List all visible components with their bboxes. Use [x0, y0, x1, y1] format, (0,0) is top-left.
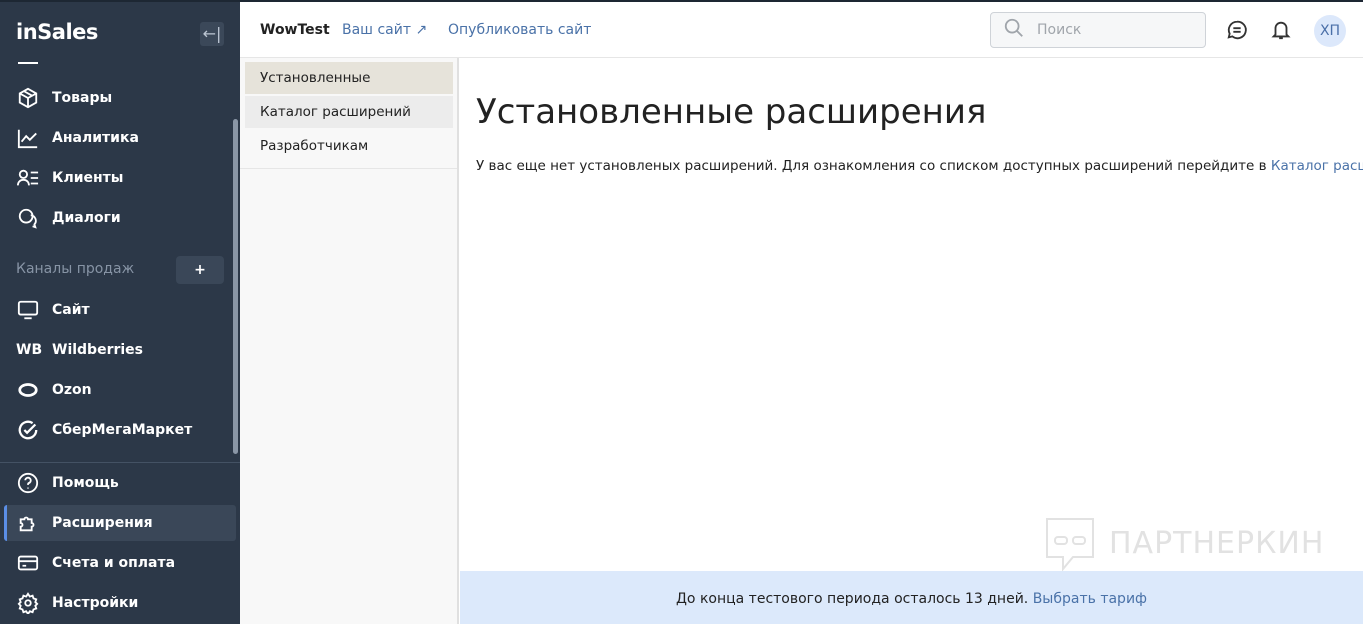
sidebar: inSales ←| Товары Аналитика Клиенты Диал… [0, 0, 240, 624]
sidebar-item-label: Ozon [52, 382, 92, 398]
store-name: WowTest [260, 22, 330, 38]
box-icon [16, 86, 40, 110]
user-avatar[interactable]: ХП [1314, 15, 1346, 47]
wb-icon: WB [16, 342, 43, 358]
sales-channels-heading: Каналы продаж [16, 261, 135, 277]
sidebar-item-label: Сайт [52, 302, 90, 318]
sidebar-item-label: Помощь [52, 475, 119, 491]
watermark-text: ПАРТНЕРКИН [1109, 525, 1325, 561]
catalog-link[interactable]: Каталог расширений [1271, 158, 1363, 174]
sidebar-item-extensions[interactable]: Расширения [4, 505, 236, 541]
users-list-icon [16, 166, 40, 190]
sidebar-item-products[interactable]: Товары [4, 80, 236, 116]
empty-text: У вас еще нет установленых расширений. Д… [476, 158, 1271, 174]
ozon-icon [16, 378, 40, 402]
external-link-icon: ↗ [415, 22, 428, 38]
sidebar-item-label: Счета и оплата [52, 555, 176, 571]
subnav-installed[interactable]: Установленные [245, 62, 453, 94]
sidebar-item-dialogs[interactable]: Диалоги [4, 200, 236, 236]
gear-icon [16, 591, 40, 615]
sidebar-item-label: Wildberries [52, 342, 144, 358]
empty-state-text: У вас еще нет установленых расширений. Д… [476, 158, 1363, 174]
sidebar-item-label: Настройки [52, 595, 139, 611]
sber-check-icon [16, 418, 40, 442]
sidebar-item-help[interactable]: Помощь [4, 465, 236, 501]
menu-item-partial [18, 62, 38, 64]
trial-text: До конца тестового периода осталось 13 д… [675, 591, 1033, 607]
sidebar-item-label: СберМегаМаркет [52, 422, 193, 438]
sidebar-item-site[interactable]: Сайт [4, 292, 236, 328]
chat-bubbles-icon [16, 206, 40, 230]
collapse-sidebar-button[interactable]: ←| [200, 22, 224, 46]
help-icon [16, 471, 40, 495]
subnav-developers[interactable]: Разработчикам [245, 130, 453, 162]
sidebar-divider [0, 462, 240, 463]
puzzle-icon [16, 511, 40, 535]
add-channel-button[interactable]: + [176, 256, 224, 284]
your-site-label: Ваш сайт [342, 22, 411, 38]
watermark: ПАРТНЕРКИН [1043, 515, 1324, 571]
sidebar-item-analytics[interactable]: Аналитика [4, 120, 236, 156]
sidebar-item-label: Товары [52, 90, 113, 106]
sidebar-item-sbermegamarket[interactable]: СберМегаМаркет [4, 412, 236, 448]
sidebar-item-label: Аналитика [52, 130, 139, 146]
extensions-subnav: Установленные Каталог расширений Разрабо… [240, 58, 459, 624]
sidebar-item-ozon[interactable]: Ozon [4, 372, 236, 408]
sidebar-item-label: Расширения [52, 515, 153, 531]
search-icon [1003, 17, 1025, 43]
sidebar-item-label: Клиенты [52, 170, 124, 186]
publish-site-link[interactable]: Опубликовать сайт [448, 22, 591, 38]
sidebar-item-label: Диалоги [52, 210, 121, 226]
sidebar-item-clients[interactable]: Клиенты [4, 160, 236, 196]
sidebar-item-wildberries[interactable]: WB Wildberries [4, 332, 236, 368]
logo: inSales [16, 20, 98, 44]
bell-icon[interactable] [1270, 19, 1292, 45]
monitor-icon [16, 298, 40, 322]
messages-icon[interactable] [1226, 19, 1248, 45]
top-bar: WowTest Ваш сайт ↗ Опубликовать сайт Пои… [240, 0, 1363, 58]
chart-icon [16, 126, 40, 150]
subnav-catalog[interactable]: Каталог расширений [245, 96, 453, 128]
trial-banner: До конца тестового периода осталось 13 д… [460, 571, 1363, 624]
subnav-divider [240, 168, 457, 169]
sidebar-item-settings[interactable]: Настройки [4, 585, 236, 621]
sidebar-item-billing[interactable]: Счета и оплата [4, 545, 236, 581]
search-placeholder: Поиск [1037, 22, 1082, 38]
your-site-link[interactable]: Ваш сайт ↗ [342, 22, 427, 38]
sidebar-scrollbar[interactable] [233, 119, 238, 454]
choose-plan-link[interactable]: Выбрать тариф [1033, 591, 1147, 607]
search-input[interactable]: Поиск [990, 12, 1206, 48]
credit-card-icon [16, 551, 40, 575]
page-title: Установленные расширения [476, 92, 987, 132]
